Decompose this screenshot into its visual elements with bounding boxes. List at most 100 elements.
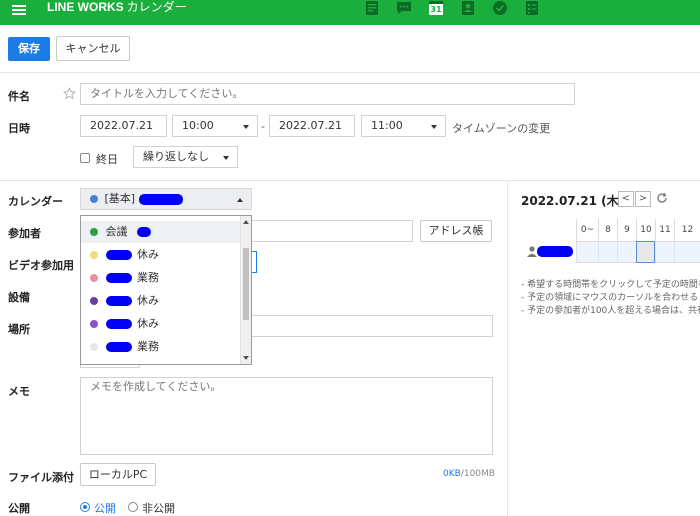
visibility-private-radio[interactable] <box>128 502 138 512</box>
scroll-thumb[interactable] <box>243 248 249 320</box>
calendar-color-dot <box>90 195 98 203</box>
calendar-option[interactable]: 休み <box>81 244 241 266</box>
hour-header: 0~ <box>576 219 598 241</box>
visibility-label: 公開 <box>8 502 30 515</box>
calendar-option-color <box>90 274 98 282</box>
next-day-label: > <box>638 193 648 204</box>
calendar-option-color <box>90 320 98 328</box>
calendar-label: カレンダー <box>8 195 63 208</box>
calendar-option-label: 休み <box>137 248 159 261</box>
schedule-note: - 予定の領域にマウスのカーソルを合わせると <box>521 293 700 303</box>
facility-label: 設備 <box>8 291 30 304</box>
title-label: 件名 <box>8 90 30 103</box>
timezone-link[interactable]: タイムゾーンの変更 <box>452 120 550 136</box>
toolbar-divider <box>0 72 700 73</box>
calendar-icon[interactable]: 31 <box>428 0 444 16</box>
product-name: カレンダー <box>126 0 187 14</box>
calendar-option-color <box>90 228 98 236</box>
note-icon[interactable] <box>364 0 380 16</box>
redacted-text <box>105 296 132 306</box>
calendar-option-color <box>90 343 98 351</box>
menu-icon[interactable] <box>12 3 26 17</box>
file-size-indicator: 0KB/100MB <box>443 469 495 479</box>
task-check-icon[interactable] <box>492 0 508 16</box>
hour-header: 10 <box>636 219 655 241</box>
file-size-limit: /100MB <box>460 469 495 479</box>
redacted-text <box>105 319 132 329</box>
start-time-select[interactable]: 10:00 <box>172 115 258 137</box>
end-time-select[interactable]: 11:00 <box>361 115 446 137</box>
repeat-value: 繰り返しなし <box>143 150 209 163</box>
prev-day-label: < <box>621 193 631 204</box>
end-date-input[interactable]: 2022.07.21 <box>269 115 355 137</box>
memo-textarea[interactable] <box>80 377 493 455</box>
redacted-calendar-name <box>138 193 183 205</box>
hour-header: 9 <box>617 219 636 241</box>
allday-checkbox[interactable] <box>80 153 90 163</box>
save-button[interactable]: 保存 <box>8 37 50 61</box>
hour-header: 12 <box>674 219 700 241</box>
end-time-value: 11:00 <box>371 119 403 132</box>
calendar-option[interactable]: 業務 <box>81 336 241 358</box>
attendee-time-row[interactable] <box>576 241 700 263</box>
calendar-option[interactable]: 休み <box>81 313 241 335</box>
title-input[interactable] <box>80 83 575 105</box>
calendar-option-label: 休み <box>137 317 159 330</box>
video-label: ビデオ参加用 <box>8 259 74 272</box>
redacted-text <box>105 273 132 283</box>
contacts-icon[interactable] <box>460 0 476 16</box>
app-brand[interactable]: LINE WORKS カレンダー <box>47 0 187 15</box>
prev-day-button[interactable]: < <box>618 191 634 207</box>
hour-header: 8 <box>598 219 617 241</box>
app-switcher: 31 <box>364 0 556 16</box>
calendar-option-label: 会議 <box>105 225 128 238</box>
calendar-option[interactable]: 会議 <box>81 221 241 243</box>
start-date-input[interactable]: 2022.07.21 <box>80 115 167 137</box>
brand-name: LINE WORKS <box>47 0 124 14</box>
calendar-option-color <box>90 297 98 305</box>
address-book-button[interactable]: アドレス帳 <box>420 220 492 242</box>
schedule-note: - 希望する時間帯をクリックして予定の時間を <box>521 280 700 290</box>
redacted-attendee <box>537 246 573 257</box>
visibility-public-label: 公開 <box>94 502 116 515</box>
scroll-up-arrow-icon[interactable] <box>243 220 249 224</box>
location-label: 場所 <box>8 323 30 336</box>
hour-header: 11 <box>655 219 674 241</box>
local-pc-button[interactable]: ローカルPC <box>80 463 156 486</box>
dropdown-scrollbar[interactable] <box>240 216 251 364</box>
visibility-private-label: 非公開 <box>142 502 175 515</box>
calendar-option-label: 業務 <box>137 340 159 353</box>
calendar-icon-number: 31 <box>430 5 442 14</box>
schedule-date: 2022.07.21 (木) <box>521 194 625 208</box>
selected-time-slot[interactable] <box>636 241 655 263</box>
calendar-option-label: 業務 <box>137 271 159 284</box>
survey-icon[interactable] <box>524 0 540 16</box>
chat-icon[interactable] <box>396 0 412 16</box>
calendar-option[interactable]: 休み <box>81 290 241 312</box>
repeat-select[interactable]: 繰り返しなし <box>133 146 238 168</box>
visibility-public-radio[interactable] <box>80 502 90 512</box>
memo-label: メモ <box>8 385 30 398</box>
refresh-icon[interactable] <box>656 192 668 204</box>
start-time-value: 10:00 <box>182 119 214 132</box>
scroll-down-arrow-icon[interactable] <box>243 356 249 360</box>
chevron-up-icon <box>237 198 243 202</box>
cancel-button[interactable]: キャンセル <box>56 36 130 61</box>
calendar-option-label: 休み <box>137 294 159 307</box>
datetime-separator: - <box>261 120 265 133</box>
calendar-option-color <box>90 251 98 259</box>
next-day-button[interactable]: > <box>635 191 651 207</box>
allday-label: 終日 <box>96 153 118 166</box>
calendar-dropdown-list: 会議 休み 業務 休み 休み 業務 <box>80 215 252 365</box>
file-size-used: 0KB <box>443 469 461 479</box>
attendees-label: 参加者 <box>8 227 41 240</box>
section-divider <box>0 180 700 181</box>
calendar-select[interactable]: [基本] <box>80 188 252 210</box>
redacted-text <box>105 342 132 352</box>
star-icon[interactable] <box>63 87 76 100</box>
calendar-option[interactable]: 業務 <box>81 267 241 289</box>
redacted-text <box>137 227 151 237</box>
datetime-label: 日時 <box>8 122 30 135</box>
calendar-selected-label: [基本] <box>104 192 136 205</box>
schedule-note: - 予定の参加者が100人を超える場合は、共有 <box>521 306 700 316</box>
